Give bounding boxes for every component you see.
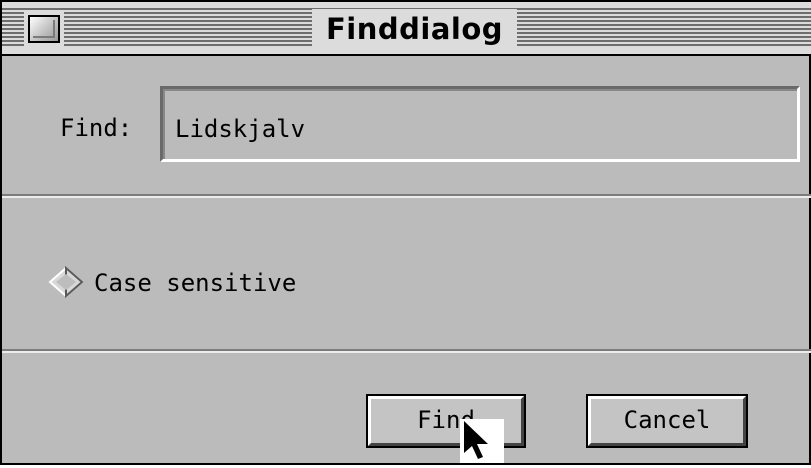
find-label: Find: — [60, 114, 133, 142]
divider — [2, 194, 811, 198]
close-box-icon[interactable] — [28, 15, 60, 43]
title-bar[interactable]: Finddialog — [2, 2, 811, 56]
find-input-value: Lidskjalv — [175, 115, 306, 143]
find-dialog-window: Finddialog Find: Lidskjalv Case sensitiv… — [0, 0, 811, 465]
divider — [2, 349, 811, 353]
arrow-cursor-icon — [460, 419, 504, 463]
cancel-button[interactable]: Cancel — [586, 394, 748, 448]
find-input[interactable]: Lidskjalv — [160, 86, 800, 162]
window-title: Finddialog — [312, 9, 518, 49]
diamond-radio-icon[interactable] — [46, 266, 86, 298]
case-sensitive-label[interactable]: Case sensitive — [94, 269, 296, 297]
